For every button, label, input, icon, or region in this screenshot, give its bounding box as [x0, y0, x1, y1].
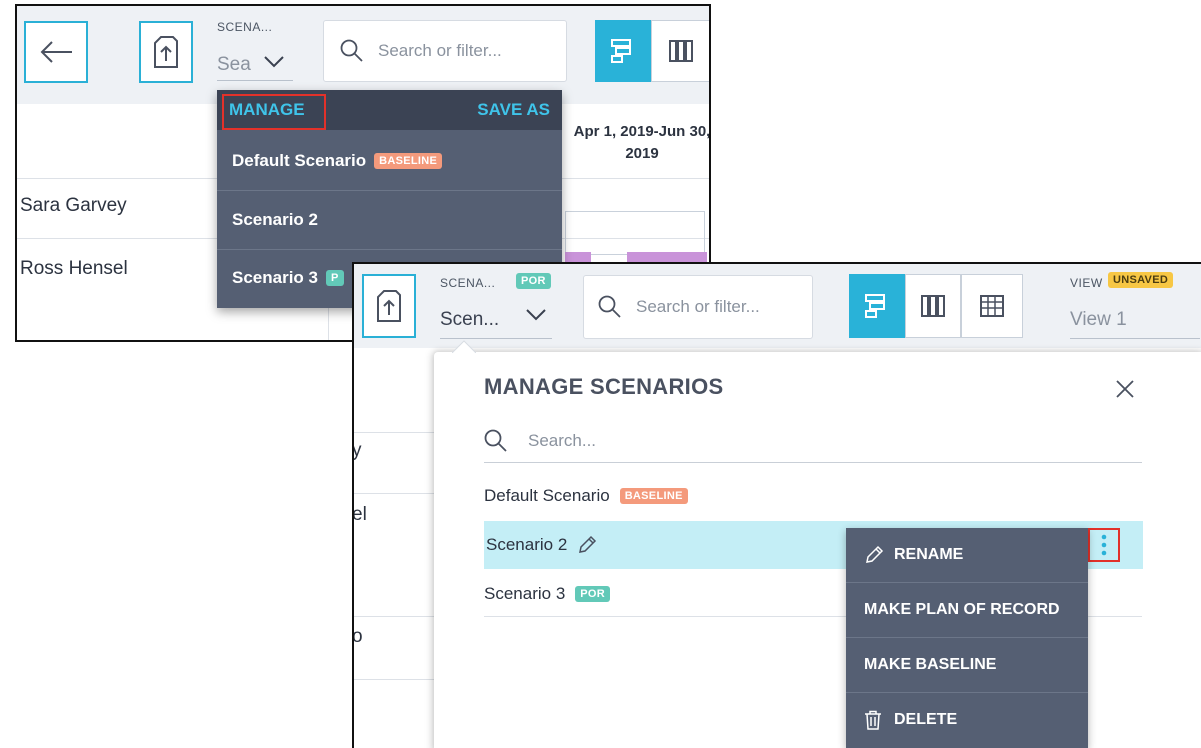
row-divider [354, 493, 444, 494]
trash-icon [865, 710, 881, 730]
search-placeholder: Search or filter... [378, 41, 502, 60]
scenario-select-value: Scen... [440, 309, 500, 330]
close-icon[interactable] [1115, 379, 1135, 399]
dropdown-item-label: Scenario 3 [232, 268, 318, 287]
row-name-fragment: y [352, 440, 362, 461]
scenario-label: SCENA... [440, 276, 496, 290]
search-filter-input[interactable]: Search or filter... [583, 275, 813, 339]
dropdown-item-label: Default Scenario [232, 151, 367, 170]
view-select[interactable]: View 1 [1070, 304, 1200, 339]
view-label: VIEW [1070, 276, 1103, 290]
dialog-pointer-icon [452, 340, 476, 353]
date-header-line2: 2019 [625, 145, 659, 162]
grid-view-button[interactable] [961, 274, 1023, 338]
dropdown-item-scenario-2[interactable]: Scenario 2 [217, 191, 562, 249]
dialog-search-placeholder: Search... [528, 431, 597, 450]
por-badge: POR [516, 273, 551, 289]
gantt-icon [611, 39, 631, 63]
row-divider [354, 679, 444, 680]
gantt-view-button[interactable] [595, 20, 651, 82]
search-placeholder: Search or filter... [636, 297, 760, 316]
row-name-fragment: o [352, 626, 363, 647]
date-column-header: Apr 1, 2019-Jun 30, 2019 [567, 121, 711, 165]
context-menu-label: RENAME [894, 546, 964, 563]
dropdown-item-default-scenario[interactable]: Default Scenario BASELINE [217, 132, 562, 190]
scenario-select[interactable]: Sea [217, 50, 293, 81]
row-name-fragment: el [352, 504, 367, 525]
save-as-link[interactable]: SAVE AS [477, 100, 550, 120]
context-menu-label: MAKE PLAN OF RECORD [864, 601, 1060, 618]
manage-callout-box [222, 94, 326, 130]
search-icon [484, 429, 507, 452]
context-menu-label: DELETE [894, 711, 958, 728]
baseline-badge: BASELINE [374, 153, 443, 169]
gantt-row-frame [565, 211, 705, 255]
export-icon [377, 290, 401, 322]
columns-icon [921, 295, 945, 317]
date-header-line1: Apr 1, 2019-Jun 30, [573, 123, 711, 140]
scenario-name: Default Scenario [484, 486, 610, 505]
dialog-title: MANAGE SCENARIOS [484, 374, 724, 399]
row-divider [354, 432, 444, 433]
row-name-ross-hensel: Ross Hensel [20, 258, 128, 279]
pencil-icon[interactable] [577, 535, 597, 555]
pencil-icon [866, 545, 884, 563]
context-menu-label: MAKE BASELINE [864, 656, 997, 673]
scenario-label: SCENA... [217, 20, 273, 34]
scenario-select-value: Sea [217, 54, 251, 75]
back-button[interactable] [24, 21, 88, 83]
chevron-down-icon [526, 309, 546, 321]
scenario-context-menu: RENAME MAKE PLAN OF RECORD MAKE BASELINE… [846, 528, 1088, 748]
context-menu-rename[interactable]: RENAME [846, 528, 1088, 582]
dropdown-item-label: Scenario 2 [232, 210, 318, 229]
more-vertical-icon[interactable] [1098, 533, 1110, 557]
gantt-icon [865, 294, 885, 318]
export-icon [154, 36, 178, 68]
columns-icon [669, 40, 693, 62]
columns-view-button[interactable] [905, 274, 961, 338]
context-menu-make-plan-of-record[interactable]: MAKE PLAN OF RECORD [846, 583, 1088, 637]
dialog-search-input[interactable]: Search... [484, 422, 1142, 463]
grid-icon [980, 295, 1004, 317]
export-button[interactable] [139, 21, 193, 83]
baseline-badge: BASELINE [619, 488, 688, 504]
search-icon [340, 39, 363, 62]
view-select-value: View 1 [1070, 309, 1127, 330]
columns-view-button[interactable] [651, 20, 709, 82]
bottom-screenshot-panel: SCENA... POR Scen... Search or filter... [352, 262, 1201, 748]
search-filter-input[interactable]: Search or filter... [323, 20, 567, 82]
scenario-list-item-default[interactable]: Default Scenario BASELINE [484, 474, 1142, 518]
context-menu-delete[interactable]: DELETE [846, 693, 1088, 747]
manage-scenarios-dialog: MANAGE SCENARIOS Search... Default Scena… [434, 340, 1201, 748]
export-button[interactable] [362, 274, 416, 338]
por-badge: POR [575, 586, 611, 602]
gantt-view-button[interactable] [849, 274, 905, 338]
row-divider [354, 616, 444, 617]
por-badge: P [326, 270, 344, 286]
unsaved-badge: UNSAVED [1108, 272, 1174, 288]
search-icon [598, 295, 621, 318]
arrow-left-icon [40, 41, 72, 63]
scenario-select[interactable]: Scen... [440, 304, 552, 339]
scenario-name: Scenario 2 [486, 535, 568, 554]
row-name-sara-garvey: Sara Garvey [20, 195, 127, 216]
chevron-down-icon [264, 56, 284, 68]
scenario-name: Scenario 3 [484, 584, 566, 603]
context-menu-make-baseline[interactable]: MAKE BASELINE [846, 638, 1088, 692]
